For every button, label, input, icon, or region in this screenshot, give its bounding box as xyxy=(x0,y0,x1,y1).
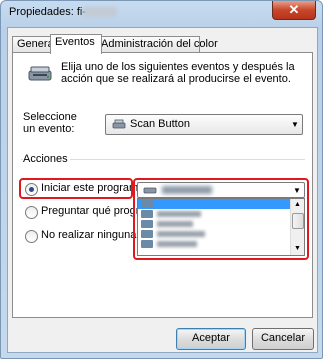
scanner-icon xyxy=(28,66,52,81)
title-redacted xyxy=(83,7,117,17)
highlight-box-radio xyxy=(19,178,133,199)
close-icon: ✕ xyxy=(288,2,300,17)
tab-administracion-color[interactable]: Administración del color xyxy=(96,36,218,53)
tab-eventos[interactable]: Eventos xyxy=(50,34,102,54)
scanner-small-icon xyxy=(112,119,126,129)
close-button[interactable]: ✕ xyxy=(272,1,316,20)
chevron-down-icon: ▼ xyxy=(291,120,299,129)
highlight-box-program xyxy=(133,178,309,260)
properties-window: Propiedades: fi- ✕ General Eventos Admin… xyxy=(0,0,323,359)
accept-button[interactable]: Aceptar xyxy=(176,328,246,350)
events-description: Elija uno de los siguientes eventos y de… xyxy=(61,61,295,85)
cancel-button[interactable]: Cancelar xyxy=(252,328,314,350)
event-select[interactable]: Scan Button ▼ xyxy=(105,114,303,135)
dialog-client: General Eventos Administración del color… xyxy=(7,27,318,353)
eventos-panel: Elija uno de los siguientes eventos y de… xyxy=(12,52,313,318)
event-select-value: Scan Button xyxy=(130,118,190,130)
radio-take-no-action[interactable] xyxy=(25,230,38,243)
title-bar[interactable]: Propiedades: fi- ✕ xyxy=(1,1,322,25)
window-title: Propiedades: fi- xyxy=(9,6,87,18)
actions-group-label: Acciones xyxy=(23,153,70,165)
radio-ask-program[interactable] xyxy=(25,206,38,219)
event-select-label: Seleccione un evento: xyxy=(23,111,77,135)
